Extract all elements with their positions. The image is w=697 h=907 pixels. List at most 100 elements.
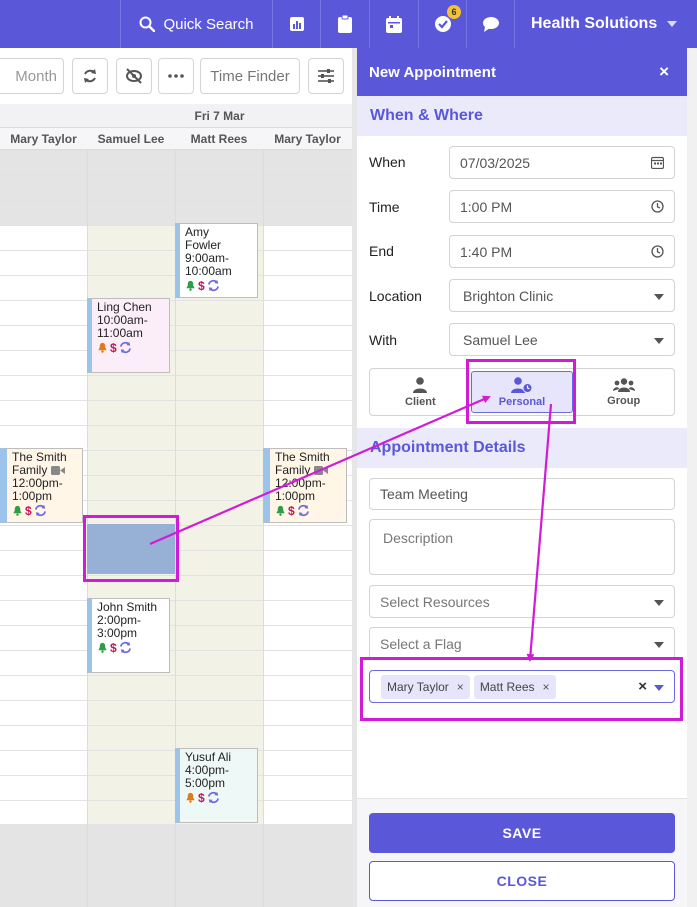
user-icon [413, 376, 428, 393]
description-placeholder: Description [383, 530, 454, 546]
grid-line [0, 400, 352, 401]
resource-header-samuel-lee[interactable]: Samuel Lee [87, 128, 175, 150]
location-select[interactable]: Brighton Clinic [449, 279, 675, 312]
appointment-amy-fowler[interactable]: Amy Fowler 9:00am- 10:00am $ [175, 223, 258, 298]
toggle-visibility-button[interactable] [116, 58, 152, 94]
reports-button[interactable] [272, 0, 320, 48]
dollar-icon: $ [288, 503, 295, 518]
grid-line [0, 300, 352, 301]
grid-line [0, 650, 352, 651]
chat-button[interactable] [466, 0, 514, 48]
sync-icon [207, 279, 219, 292]
panel-title: New Appointment [369, 63, 496, 81]
type-group-label: Group [607, 394, 641, 407]
grid-line [0, 350, 352, 351]
panel-header: New Appointment × [357, 48, 687, 96]
grid-line [0, 150, 352, 151]
tasks-button[interactable]: 6 [418, 0, 466, 48]
appointment-title: Family [275, 463, 311, 477]
dollar-icon: $ [198, 278, 205, 293]
chevron-down-icon [654, 642, 664, 648]
more-options-button[interactable] [158, 58, 194, 94]
grid-line [0, 200, 352, 201]
dollar-icon: $ [110, 340, 117, 355]
organization-menu[interactable]: Health Solutions [514, 0, 697, 48]
annotation-highlight-attendees [360, 657, 683, 721]
save-button[interactable]: SAVE [369, 813, 675, 853]
video-icon [314, 466, 329, 476]
resource-header-mary-taylor[interactable]: Mary Taylor [0, 128, 87, 150]
title-input[interactable]: Team Meeting [369, 478, 675, 510]
resources-select[interactable]: Select Resources [369, 585, 675, 618]
view-month-button[interactable]: Month [0, 58, 64, 94]
organization-name: Health Solutions [531, 15, 658, 32]
appointment-time: 1:00pm [275, 489, 316, 503]
clock-icon [651, 245, 664, 258]
type-client-button[interactable]: Client [370, 369, 471, 415]
calendar-icon [651, 156, 664, 169]
grid-line [0, 625, 352, 626]
column-divider [87, 104, 88, 907]
clock-icon [651, 200, 664, 213]
eye-slash-icon [126, 68, 142, 84]
time-label: Time [369, 199, 400, 215]
description-textarea[interactable]: Description [369, 519, 675, 575]
grid-line [0, 675, 352, 676]
calendar-button[interactable] [369, 0, 417, 48]
sync-icon [119, 341, 131, 354]
close-icon[interactable]: × [659, 62, 669, 82]
location-label: Location [369, 288, 422, 304]
grid-line [0, 325, 352, 326]
annotation-highlight-slot [83, 515, 179, 582]
view-month-label: Month [15, 67, 57, 85]
dollar-icon: $ [198, 790, 205, 805]
resource-header-matt-rees[interactable]: Matt Rees [175, 128, 263, 150]
end-time-value: 1:40 PM [460, 243, 513, 260]
appointment-the-smith-family[interactable]: The Smith Family 12:00pm- 1:00pm $ [0, 448, 83, 523]
dollar-icon: $ [110, 640, 117, 655]
appointment-the-smith-family-2[interactable]: The Smith Family 12:00pm- 1:00pm $ [263, 448, 347, 523]
end-label: End [369, 243, 394, 259]
time-field[interactable]: 1:00 PM [449, 190, 675, 223]
filter-button[interactable] [308, 58, 344, 94]
day-header-spacer [0, 104, 87, 128]
date-field[interactable]: 07/03/2025 [449, 146, 675, 179]
flag-select[interactable]: Select a Flag [369, 627, 675, 660]
quick-search-button[interactable]: Quick Search [120, 0, 272, 48]
with-select[interactable]: Samuel Lee [449, 323, 675, 356]
search-icon [139, 16, 156, 32]
resource-header-mary-taylor-2[interactable]: Mary Taylor [263, 128, 352, 150]
location-value: Brighton Clinic [463, 287, 554, 304]
type-group-button[interactable]: Group [573, 369, 674, 415]
sync-icon [297, 504, 309, 517]
clipboard-button[interactable] [320, 0, 368, 48]
grid-line [0, 900, 352, 901]
bell-icon [186, 792, 195, 803]
scrollbar[interactable] [687, 48, 697, 907]
refresh-button[interactable] [72, 58, 108, 94]
grid-line [0, 425, 352, 426]
grid-line [0, 875, 352, 876]
grid-line [0, 850, 352, 851]
end-time-field[interactable]: 1:40 PM [449, 235, 675, 268]
title-value: Team Meeting [380, 486, 468, 502]
appointment-yusuf-ali[interactable]: Yusuf Ali 4:00pm- 5:00pm $ [175, 748, 258, 823]
chevron-down-icon [654, 338, 664, 344]
sliders-icon [318, 69, 334, 83]
appointment-ling-chen[interactable]: Ling Chen 10:00am- 11:00am $ [87, 298, 170, 373]
appointment-time: 11:00am [97, 326, 143, 340]
unavailable-block [0, 150, 352, 225]
ellipsis-icon [168, 74, 184, 78]
appointment-john-smith[interactable]: John Smith 2:00pm- 3:00pm $ [87, 598, 170, 673]
grid-line [0, 600, 352, 601]
when-label: When [369, 154, 406, 170]
grid-line [0, 825, 352, 826]
close-button[interactable]: CLOSE [369, 861, 675, 901]
time-finder-button[interactable]: Time Finder [200, 58, 300, 94]
bell-icon [276, 505, 285, 516]
dollar-icon: $ [25, 503, 32, 518]
appointment-time: 10:00am [185, 264, 232, 278]
tasks-icon [434, 16, 451, 32]
chevron-down-icon [654, 600, 664, 606]
quick-search-label: Quick Search [163, 15, 254, 33]
